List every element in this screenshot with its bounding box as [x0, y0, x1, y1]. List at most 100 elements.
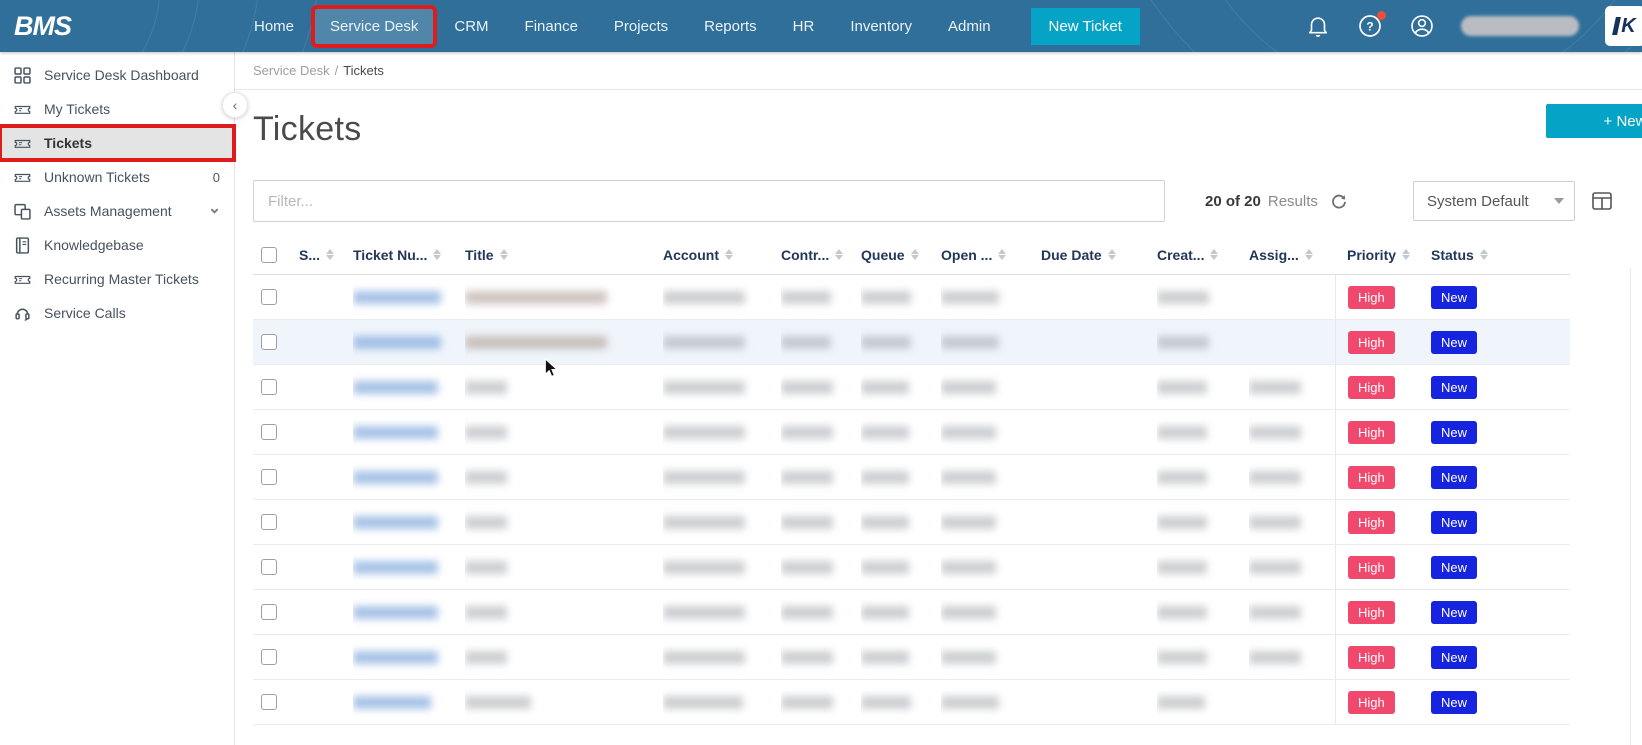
ticket-number-link[interactable]: [353, 680, 465, 724]
column-header-duedate[interactable]: Due Date: [1041, 247, 1157, 263]
sort-icon: [1480, 249, 1488, 260]
sidebar-item-assets-management[interactable]: Assets Management: [0, 194, 234, 228]
row-checkbox[interactable]: [261, 289, 277, 305]
nav-item-service-desk[interactable]: Service Desk: [315, 9, 433, 44]
nav-item-crm[interactable]: CRM: [439, 9, 503, 44]
row-checkbox[interactable]: [261, 334, 277, 350]
breadcrumb-parent-link[interactable]: Service Desk: [253, 63, 330, 78]
help-icon[interactable]: ?: [1357, 13, 1383, 39]
notifications-bell-icon[interactable]: [1305, 13, 1331, 39]
created-by-cell: [1157, 500, 1249, 544]
assignee-cell: [1249, 590, 1335, 634]
new-record-button[interactable]: + New: [1546, 104, 1642, 138]
column-header-account[interactable]: Account: [663, 247, 781, 263]
sidebar-item-knowledgebase[interactable]: Knowledgebase: [0, 228, 234, 262]
ticket-number-link[interactable]: [353, 635, 465, 679]
row-checkbox[interactable]: [261, 424, 277, 440]
row-checkbox[interactable]: [261, 469, 277, 485]
refresh-icon[interactable]: [1330, 192, 1348, 210]
ticket-number-link[interactable]: [353, 275, 465, 319]
nav-item-admin[interactable]: Admin: [933, 9, 1006, 44]
row-checkbox[interactable]: [261, 514, 277, 530]
sla-cell: [299, 320, 353, 364]
nav-item-hr[interactable]: HR: [778, 9, 830, 44]
ticket-number-link[interactable]: [353, 410, 465, 454]
row-checkbox[interactable]: [261, 559, 277, 575]
column-header-contr[interactable]: Contr...: [781, 247, 861, 263]
status-cell: New: [1425, 410, 1517, 454]
row-filler: [1517, 500, 1570, 544]
redacted-text: [353, 561, 438, 574]
ticket-number-link[interactable]: [353, 455, 465, 499]
column-settings-icon[interactable]: [1590, 189, 1614, 213]
column-header-priority[interactable]: Priority: [1335, 247, 1425, 263]
column-header-creat[interactable]: Creat...: [1157, 247, 1249, 263]
redacted-text: [1157, 651, 1207, 664]
open-date-cell: [941, 500, 1041, 544]
username-redacted[interactable]: [1461, 16, 1579, 36]
sla-cell: [299, 365, 353, 409]
nav-item-inventory[interactable]: Inventory: [835, 9, 927, 44]
sidebar-item-service-calls[interactable]: Service Calls: [0, 296, 234, 330]
column-header-status[interactable]: Status: [1425, 247, 1517, 263]
status-cell: New: [1425, 320, 1517, 364]
sidebar-item-label: Unknown Tickets: [44, 169, 150, 185]
nav-item-projects[interactable]: Projects: [599, 9, 683, 44]
row-checkbox[interactable]: [261, 694, 277, 710]
sidebar-item-tickets[interactable]: Tickets: [0, 126, 234, 160]
nav-item-reports[interactable]: Reports: [689, 9, 772, 44]
ticket-number-link[interactable]: [353, 500, 465, 544]
ticket-icon: [14, 101, 31, 118]
profile-avatar-icon[interactable]: [1409, 13, 1435, 39]
status-badge: New: [1431, 421, 1477, 444]
row-checkbox[interactable]: [261, 649, 277, 665]
column-header-ticketnu[interactable]: Ticket Nu...: [353, 247, 465, 263]
redacted-text: [465, 336, 607, 349]
column-label: Status: [1431, 247, 1474, 263]
ticket-number-link[interactable]: [353, 320, 465, 364]
sort-icon: [725, 249, 733, 260]
select-all-checkbox[interactable]: [261, 247, 277, 263]
nav-item-home[interactable]: Home: [239, 9, 309, 44]
sla-cell: [299, 545, 353, 589]
ticket-row: HighNew: [253, 365, 1570, 410]
status-badge: New: [1431, 466, 1477, 489]
sidebar-item-service-desk-dashboard[interactable]: Service Desk Dashboard: [0, 58, 234, 92]
column-header-queue[interactable]: Queue: [861, 247, 941, 263]
nav-item-finance[interactable]: Finance: [510, 9, 593, 44]
column-header-assig[interactable]: Assig...: [1249, 247, 1335, 263]
title-cell: [465, 320, 663, 364]
assignee-cell: [1249, 500, 1335, 544]
row-checkbox[interactable]: [261, 379, 277, 395]
filter-input[interactable]: [253, 180, 1165, 222]
ticket-number-link[interactable]: [353, 545, 465, 589]
view-selector-dropdown[interactable]: System Default: [1413, 181, 1575, 221]
column-header-s[interactable]: S...: [299, 247, 353, 263]
sidebar-item-label: Recurring Master Tickets: [44, 271, 199, 287]
sidebar-item-my-tickets[interactable]: My Tickets: [0, 92, 234, 126]
row-checkbox-cell: [253, 275, 299, 319]
sort-icon: [1305, 249, 1313, 260]
sidebar-collapse-button[interactable]: ‹: [222, 92, 248, 118]
due-date-cell: [1041, 275, 1157, 319]
redacted-text: [861, 426, 909, 439]
main-nav: HomeService DeskCRMFinanceProjectsReport…: [236, 9, 1009, 44]
title-cell: [465, 275, 663, 319]
sidebar-item-unknown-tickets[interactable]: Unknown Tickets0: [0, 160, 234, 194]
row-checkbox-cell: [253, 455, 299, 499]
redacted-text: [861, 516, 909, 529]
row-checkbox[interactable]: [261, 604, 277, 620]
priority-cell: High: [1335, 680, 1425, 724]
column-header-open[interactable]: Open ...: [941, 247, 1041, 263]
redacted-text: [861, 606, 909, 619]
ticket-number-link[interactable]: [353, 590, 465, 634]
redacted-text: [941, 291, 999, 304]
sidebar-item-recurring-master-tickets[interactable]: Recurring Master Tickets: [0, 262, 234, 296]
priority-badge: High: [1348, 466, 1395, 489]
sort-icon: [500, 249, 508, 260]
column-header-title[interactable]: Title: [465, 247, 663, 263]
sidebar-item-label: Service Desk Dashboard: [44, 67, 199, 83]
redacted-text: [465, 696, 531, 709]
ticket-number-link[interactable]: [353, 365, 465, 409]
new-ticket-button[interactable]: New Ticket: [1031, 8, 1140, 45]
